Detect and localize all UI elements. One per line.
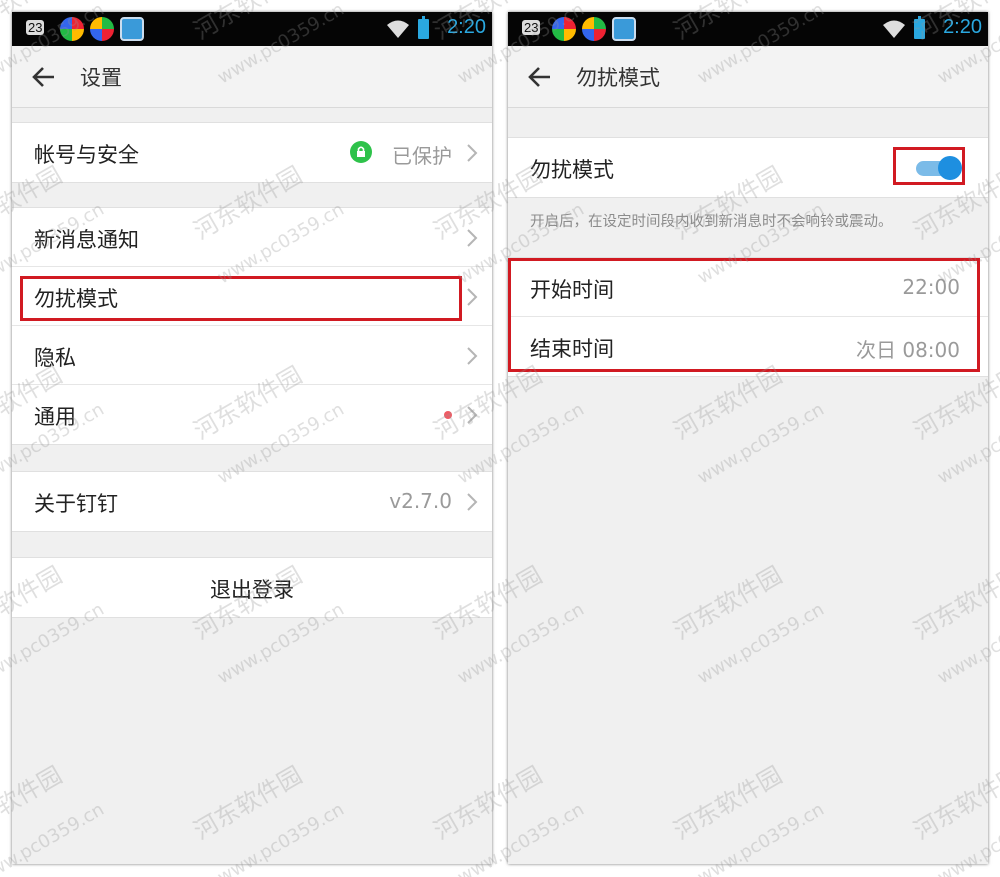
clock: 2:20 — [447, 16, 486, 38]
settings-item-about[interactable]: 关于钉钉 v2.7.0 — [12, 472, 492, 531]
chevron-right-icon — [467, 493, 478, 511]
end-time-value: 次日 08:00 — [856, 338, 960, 362]
do-not-disturb-screen: 23 2:20 勿扰模式 勿扰模式 开启后，在设定时间段内收到新消息时不会响铃或… — [508, 12, 988, 864]
start-time-value: 22:00 — [902, 275, 960, 299]
settings-item-do-not-disturb[interactable]: 勿扰模式 — [12, 267, 492, 326]
settings-screen: 23 2:20 设置 帐号与安全 已保护 新消息通知 勿扰模式 隐私 通用 关于… — [12, 12, 492, 864]
settings-group-account: 帐号与安全 已保护 — [12, 122, 492, 183]
dnd-time-group: 开始时间 22:00 结束时间 次日 08:00 — [508, 257, 988, 377]
app-icon — [612, 17, 636, 41]
dnd-toggle-switch[interactable] — [912, 156, 962, 180]
logout-label: 退出登录 — [210, 578, 294, 602]
app-version: v2.7.0 — [389, 489, 452, 513]
back-arrow-icon[interactable] — [30, 63, 58, 91]
app-icon — [60, 17, 84, 41]
settings-item-general[interactable]: 通用 — [12, 385, 492, 444]
logout-button[interactable]: 退出登录 — [12, 558, 492, 617]
wifi-icon — [883, 20, 905, 38]
dnd-toggle-row: 勿扰模式 — [508, 138, 988, 197]
clock: 2:20 — [943, 16, 982, 38]
settings-item-privacy[interactable]: 隐私 — [12, 326, 492, 385]
start-time-row[interactable]: 开始时间 22:00 — [508, 258, 988, 317]
app-icon — [120, 17, 144, 41]
wifi-icon — [387, 20, 409, 38]
app-icon — [582, 17, 606, 41]
toggle-thumb — [938, 156, 962, 180]
end-time-label: 结束时间 — [530, 337, 614, 361]
status-bar: 23 2:20 — [12, 12, 492, 46]
settings-item-label: 隐私 — [34, 346, 76, 370]
settings-group-about: 关于钉钉 v2.7.0 — [12, 471, 492, 532]
settings-item-label: 关于钉钉 — [34, 492, 118, 516]
settings-item-label: 帐号与安全 — [34, 143, 139, 167]
notification-badge: 23 — [26, 20, 45, 35]
dnd-toggle-label: 勿扰模式 — [530, 158, 614, 182]
back-arrow-icon[interactable] — [526, 63, 554, 91]
start-time-label: 开始时间 — [530, 278, 614, 302]
chevron-right-icon — [467, 229, 478, 247]
notification-dot — [444, 411, 452, 419]
settings-item-label: 勿扰模式 — [34, 287, 118, 311]
settings-group-main: 新消息通知 勿扰模式 隐私 通用 — [12, 207, 492, 445]
status-bar: 23 2:20 — [508, 12, 988, 46]
app-icon — [90, 17, 114, 41]
chevron-right-icon — [467, 347, 478, 365]
battery-icon — [914, 16, 925, 39]
battery-icon — [418, 16, 429, 39]
settings-item-label: 新消息通知 — [34, 228, 139, 252]
dnd-toggle-group: 勿扰模式 — [508, 137, 988, 198]
protection-status: 已保护 — [392, 144, 452, 168]
chevron-right-icon — [467, 406, 478, 424]
logout-group: 退出登录 — [12, 557, 492, 618]
dnd-hint-text: 开启后，在设定时间段内收到新消息时不会响铃或震动。 — [530, 214, 893, 230]
app-bar: 勿扰模式 — [508, 46, 988, 108]
page-title: 勿扰模式 — [576, 66, 660, 90]
settings-item-label: 通用 — [34, 405, 76, 429]
chevron-right-icon — [467, 144, 478, 162]
settings-item-account-security[interactable]: 帐号与安全 已保护 — [12, 123, 492, 182]
end-time-row[interactable]: 结束时间 次日 08:00 — [508, 317, 988, 376]
settings-item-new-message-notification[interactable]: 新消息通知 — [12, 208, 492, 267]
chevron-right-icon — [467, 288, 478, 306]
lock-icon — [350, 141, 372, 163]
app-bar: 设置 — [12, 46, 492, 108]
page-title: 设置 — [80, 66, 122, 90]
notification-badge: 23 — [522, 20, 541, 35]
app-icon — [552, 17, 576, 41]
